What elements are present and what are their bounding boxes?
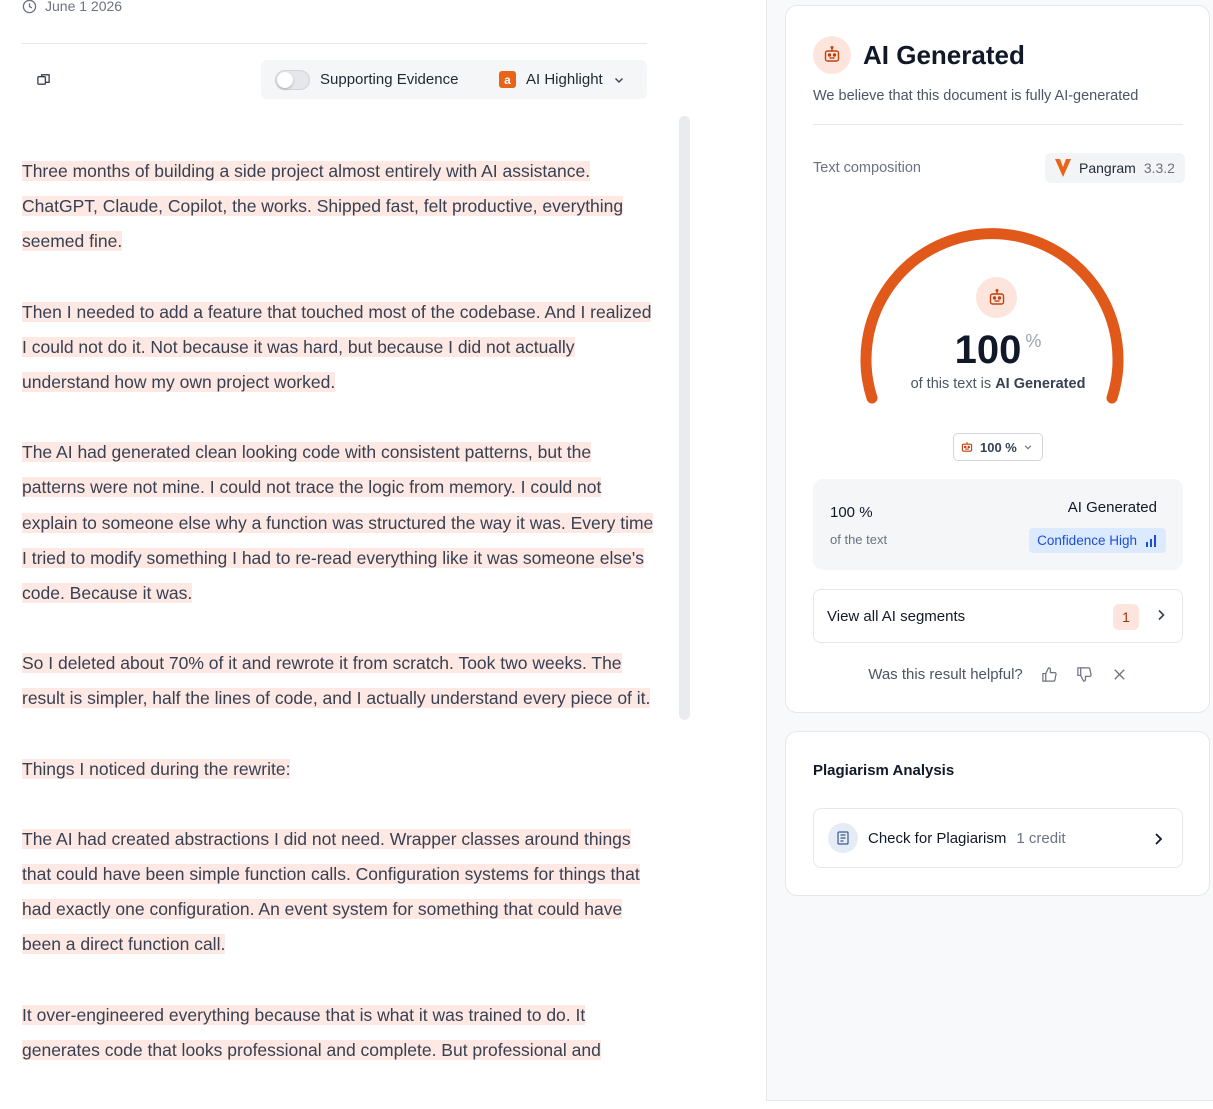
stats-box: 100 % of the text AI Generated Confidenc… [813, 479, 1183, 570]
text-composition-label: Text composition [813, 160, 921, 176]
highlighted-text[interactable]: Things I noticed during the rewrite: [22, 758, 291, 779]
ai-highlight-dropdown[interactable]: a AI Highlight [487, 60, 647, 99]
copy-icon [36, 73, 50, 85]
page: June 1 2026 Supporting Evidence a AI Hig… [0, 0, 1213, 1109]
plagiarism-card: Plagiarism Analysis Check for Plagiarism… [785, 731, 1210, 896]
result-subtitle: We believe that this document is fully A… [813, 88, 1139, 104]
confidence-badge: Confidence High [1029, 528, 1166, 553]
check-plagiarism-button[interactable]: Check for Plagiarism 1 credit [813, 808, 1183, 868]
robot-icon [961, 442, 973, 452]
highlighted-text[interactable]: Three months of building a side project … [22, 161, 624, 252]
result-header: AI Generated [813, 36, 1025, 74]
thumbs-down-icon[interactable] [1076, 666, 1093, 683]
divider [813, 124, 1183, 125]
chevron-down-icon [614, 77, 623, 83]
percent-select[interactable]: 100 % [953, 433, 1043, 461]
paragraph: The AI had created abstractions I did no… [22, 822, 654, 963]
document-toolbar: Supporting Evidence a AI Highlight [22, 60, 647, 100]
copy-button[interactable] [32, 68, 54, 90]
paragraph: So I deleted about 70% of it and rewrote… [22, 646, 654, 716]
result-title: AI Generated [863, 39, 1025, 70]
gauge-percent-symbol: % [1025, 331, 1042, 351]
chevron-right-icon [1155, 833, 1163, 845]
gauge-caption-bold: AI Generated [995, 376, 1086, 392]
model-badge: Pangram 3.3.2 [1045, 153, 1185, 183]
gauge-caption-text: of this text is [910, 376, 996, 392]
gauge-number: 100 [954, 328, 1022, 372]
document-pane: June 1 2026 Supporting Evidence a AI Hig… [0, 0, 766, 1109]
gauge-caption: of this text is AI Generated [786, 376, 1210, 392]
gauge-value: 100% [786, 328, 1210, 373]
ai-highlight-label: AI Highlight [526, 71, 603, 88]
highlighted-text[interactable]: Then I needed to add a feature that touc… [22, 301, 652, 393]
signal-bars-icon [1146, 535, 1156, 547]
robot-icon [976, 277, 1017, 318]
paragraph: Then I needed to add a feature that touc… [22, 295, 654, 401]
highlighted-text[interactable]: The AI had created abstractions I did no… [22, 828, 640, 955]
segments-count-badge: 1 [1113, 604, 1139, 630]
divider [22, 43, 647, 44]
document-text: Three months of building a side project … [22, 154, 654, 1103]
stats-of-text: of the text [830, 532, 888, 547]
ai-result-card: AI Generated We believe that this docume… [785, 5, 1210, 713]
result-sidebar: AI Generated We believe that this docume… [766, 0, 1213, 1101]
thumbs-up-icon[interactable] [1041, 666, 1058, 683]
model-name: Pangram [1079, 160, 1136, 176]
chevron-down-icon [1024, 445, 1032, 450]
stats-percent: 100 % [830, 504, 873, 521]
check-plagiarism-label: Check for Plagiarism [868, 829, 1007, 847]
plagiarism-title: Plagiarism Analysis [813, 762, 955, 779]
pangram-logo-icon [1055, 159, 1071, 177]
helpful-question: Was this result helpful? [868, 666, 1023, 683]
document-date: June 1 2026 [22, 0, 122, 14]
toggle-knob [277, 71, 293, 88]
segments-label: View all AI segments [827, 607, 966, 625]
paragraph: It over-engineered everything because th… [22, 998, 654, 1068]
scrollbar[interactable] [679, 116, 690, 720]
paragraph: Three months of building a side project … [22, 154, 654, 260]
supporting-evidence-label: Supporting Evidence [320, 71, 459, 88]
highlighted-text[interactable]: The AI had generated clean looking code … [22, 442, 654, 604]
toggle-switch[interactable] [275, 69, 310, 90]
stats-category: AI Generated [1067, 499, 1157, 516]
chevron-right-icon [1158, 609, 1165, 621]
supporting-evidence-toggle[interactable]: Supporting Evidence [261, 60, 499, 99]
feedback-row: Was this result helpful? [786, 666, 1210, 683]
credit-cost: 1 credit [1016, 829, 1066, 847]
close-icon[interactable] [1111, 666, 1128, 683]
paragraph: Things I noticed during the rewrite: [22, 752, 654, 787]
robot-icon [813, 36, 851, 74]
highlight-badge-icon: a [499, 71, 516, 88]
highlighted-text[interactable]: So I deleted about 70% of it and rewrote… [22, 653, 651, 709]
paragraph: The AI had generated clean looking code … [22, 435, 654, 611]
confidence-label: Confidence High [1037, 533, 1137, 548]
document-scan-icon [828, 823, 858, 853]
clock-icon [22, 0, 37, 13]
view-ai-segments-button[interactable]: View all AI segments 1 [813, 589, 1183, 643]
date-text: June 1 2026 [45, 0, 123, 14]
model-version: 3.3.2 [1143, 160, 1175, 176]
highlighted-text[interactable]: It over-engineered everything because th… [22, 1004, 601, 1060]
percent-select-value: 100 % [980, 439, 1017, 455]
